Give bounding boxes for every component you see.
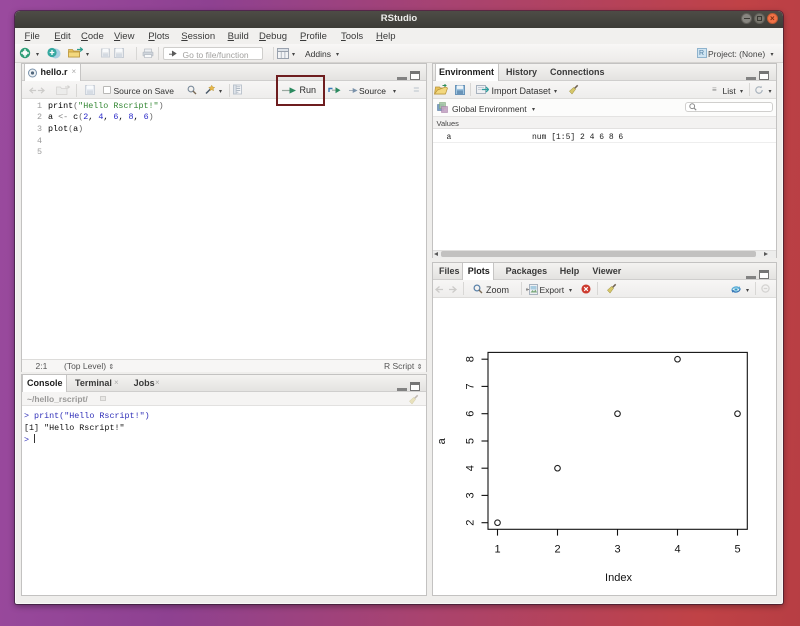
svg-text:4: 4 [674, 544, 680, 556]
svg-text:5: 5 [465, 438, 477, 444]
svg-text:1: 1 [494, 544, 500, 556]
svg-text:2: 2 [465, 520, 477, 526]
svg-text:5: 5 [734, 544, 740, 556]
svg-text:4: 4 [465, 465, 477, 471]
svg-text:3: 3 [465, 492, 477, 498]
svg-text:Index: Index [605, 572, 632, 584]
svg-text:a: a [436, 437, 448, 444]
svg-text:3: 3 [614, 544, 620, 556]
svg-text:6: 6 [465, 411, 477, 417]
svg-text:7: 7 [465, 383, 477, 389]
svg-text:8: 8 [465, 356, 477, 362]
svg-text:2: 2 [554, 544, 560, 556]
